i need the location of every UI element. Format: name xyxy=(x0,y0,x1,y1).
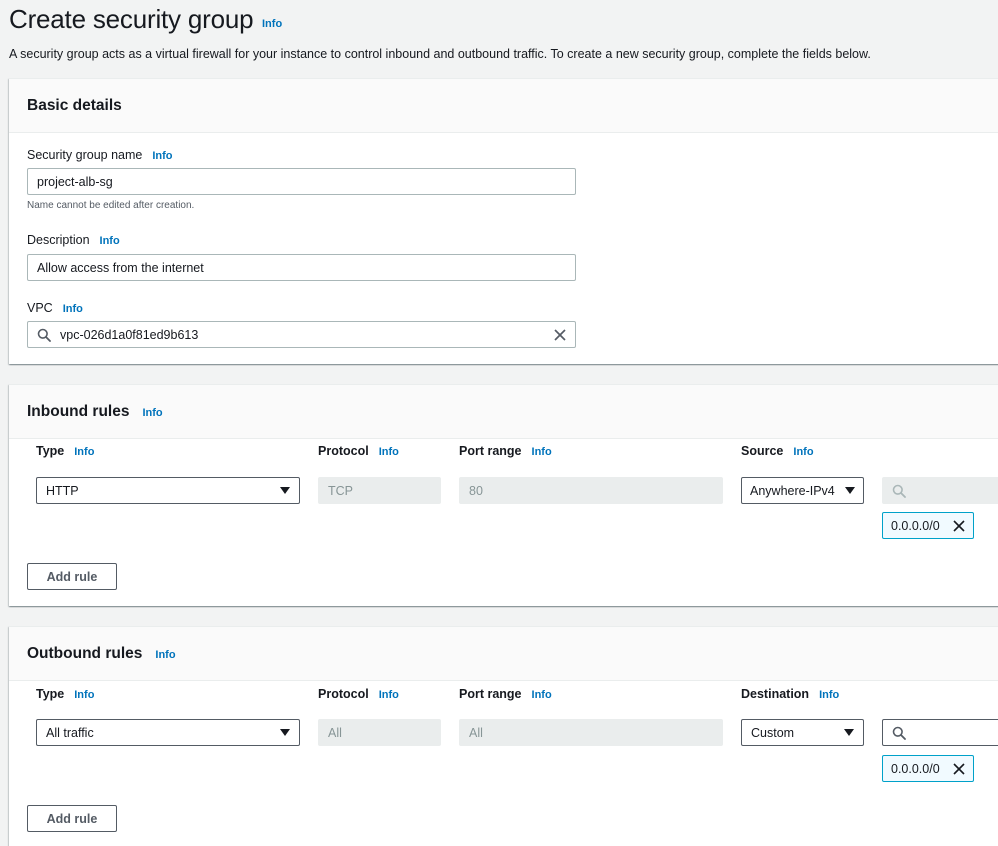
caret-down-icon xyxy=(280,487,290,494)
inbound-type-header-text: Type xyxy=(36,444,65,458)
security-group-name-info-link[interactable]: Info xyxy=(152,150,172,162)
inbound-cidr-search-input[interactable] xyxy=(882,477,998,504)
inbound-rules-panel: Inbound rules Info Type Info Protocol Info … xyxy=(9,384,998,606)
outbound-cidr-value: 0.0.0.0/0 xyxy=(891,761,940,776)
outbound-port-range-header: Port range Info xyxy=(459,687,552,701)
security-group-name-label: Security group name Info xyxy=(27,148,173,162)
outbound-type-info-link[interactable]: Info xyxy=(74,689,94,701)
inbound-rules-header: Inbound rules Info xyxy=(9,385,998,439)
inbound-rules-title-text: Inbound rules xyxy=(27,403,130,420)
outbound-cidr-token: 0.0.0.0/0 xyxy=(882,755,974,782)
search-icon xyxy=(892,726,906,740)
vpc-search-input[interactable]: vpc-026d1a0f81ed9b613 xyxy=(27,321,576,348)
inbound-type-info-link[interactable]: Info xyxy=(74,446,94,458)
inbound-type-value: HTTP xyxy=(46,483,79,498)
outbound-port-range-info-link[interactable]: Info xyxy=(532,689,552,701)
outbound-protocol-field: All xyxy=(318,719,441,746)
security-group-name-input[interactable]: project-alb-sg xyxy=(27,168,576,195)
outbound-port-range-value: All xyxy=(469,725,483,740)
outbound-rules-info-link[interactable]: Info xyxy=(155,649,175,661)
inbound-port-range-field: 80 xyxy=(459,477,723,504)
description-info-link[interactable]: Info xyxy=(100,235,120,247)
page-title: Create security group xyxy=(9,4,254,34)
inbound-add-rule-button[interactable]: Add rule xyxy=(27,563,117,590)
basic-details-panel: Basic details Security group name Info pr… xyxy=(9,78,998,364)
outbound-rules-header: Outbound rules Info xyxy=(9,627,998,681)
description-input[interactable]: Allow access from the internet xyxy=(27,254,576,281)
close-icon[interactable] xyxy=(953,519,965,532)
vpc-info-link[interactable]: Info xyxy=(63,303,83,315)
outbound-destination-header: Destination Info xyxy=(741,687,839,701)
outbound-port-range-header-text: Port range xyxy=(459,687,522,701)
outbound-destination-select[interactable]: Custom xyxy=(741,719,864,746)
inbound-source-select[interactable]: Anywhere-IPv4 xyxy=(741,477,864,504)
outbound-add-rule-button[interactable]: Add rule xyxy=(27,805,117,832)
caret-down-icon xyxy=(845,487,855,494)
description-value: Allow access from the internet xyxy=(37,260,204,275)
inbound-port-range-value: 80 xyxy=(469,483,483,498)
outbound-type-value: All traffic xyxy=(46,725,94,740)
inbound-port-range-header-text: Port range xyxy=(459,444,522,458)
outbound-destination-value: Custom xyxy=(751,725,795,740)
page-description: A security group acts as a virtual firew… xyxy=(9,47,871,61)
security-group-name-value: project-alb-sg xyxy=(37,174,113,189)
search-icon xyxy=(892,484,906,498)
inbound-protocol-field: TCP xyxy=(318,477,441,504)
basic-details-title: Basic details xyxy=(27,97,122,114)
outbound-protocol-header: Protocol Info xyxy=(318,687,399,701)
outbound-type-header: Type Info xyxy=(36,687,94,701)
outbound-rules-title: Outbound rules Info xyxy=(27,645,176,663)
inbound-cidr-value: 0.0.0.0/0 xyxy=(891,518,940,533)
outbound-destination-info-link[interactable]: Info xyxy=(819,689,839,701)
outbound-protocol-header-text: Protocol xyxy=(318,687,369,701)
outbound-rules-title-text: Outbound rules xyxy=(27,645,143,662)
search-icon xyxy=(37,328,51,342)
vpc-label: VPC Info xyxy=(27,301,83,315)
security-group-name-hint: Name cannot be edited after creation. xyxy=(27,200,195,211)
inbound-port-range-info-link[interactable]: Info xyxy=(532,446,552,458)
description-label: Description Info xyxy=(27,233,120,247)
inbound-protocol-info-link[interactable]: Info xyxy=(379,446,399,458)
description-label-text: Description xyxy=(27,233,90,247)
outbound-destination-header-text: Destination xyxy=(741,687,810,701)
inbound-source-header-text: Source xyxy=(741,444,784,458)
outbound-type-header-text: Type xyxy=(36,687,65,701)
close-icon[interactable] xyxy=(554,328,566,341)
inbound-type-select[interactable]: HTTP xyxy=(36,477,300,504)
outbound-protocol-value: All xyxy=(328,725,342,740)
inbound-source-info-link[interactable]: Info xyxy=(793,446,813,458)
inbound-protocol-value: TCP xyxy=(328,483,353,498)
basic-details-header: Basic details xyxy=(9,79,998,133)
caret-down-icon xyxy=(280,729,290,736)
inbound-type-header: Type Info xyxy=(36,444,94,458)
inbound-port-range-header: Port range Info xyxy=(459,444,552,458)
close-icon[interactable] xyxy=(953,762,965,775)
vpc-label-text: VPC xyxy=(27,301,53,315)
outbound-rules-panel: Outbound rules Info Type Info Protocol Info… xyxy=(9,626,998,846)
security-group-name-label-text: Security group name xyxy=(27,148,143,162)
outbound-cidr-search-input[interactable] xyxy=(882,719,998,746)
inbound-protocol-header-text: Protocol xyxy=(318,444,369,458)
outbound-port-range-field: All xyxy=(459,719,723,746)
inbound-source-header: Source Info xyxy=(741,444,814,458)
caret-down-icon xyxy=(844,729,854,736)
outbound-type-select[interactable]: All traffic xyxy=(36,719,300,746)
vpc-search-content: vpc-026d1a0f81ed9b613 xyxy=(37,328,198,342)
inbound-rules-info-link[interactable]: Info xyxy=(142,407,162,419)
vpc-value: vpc-026d1a0f81ed9b613 xyxy=(60,327,199,342)
outbound-protocol-info-link[interactable]: Info xyxy=(379,689,399,701)
page-title-info-link[interactable]: Info xyxy=(262,18,282,30)
inbound-source-value: Anywhere-IPv4 xyxy=(750,483,835,498)
inbound-protocol-header: Protocol Info xyxy=(318,444,399,458)
inbound-rules-title: Inbound rules Info xyxy=(27,403,163,421)
inbound-cidr-token: 0.0.0.0/0 xyxy=(882,512,974,539)
create-security-group-page: Create security group Info A security gr… xyxy=(0,0,998,846)
